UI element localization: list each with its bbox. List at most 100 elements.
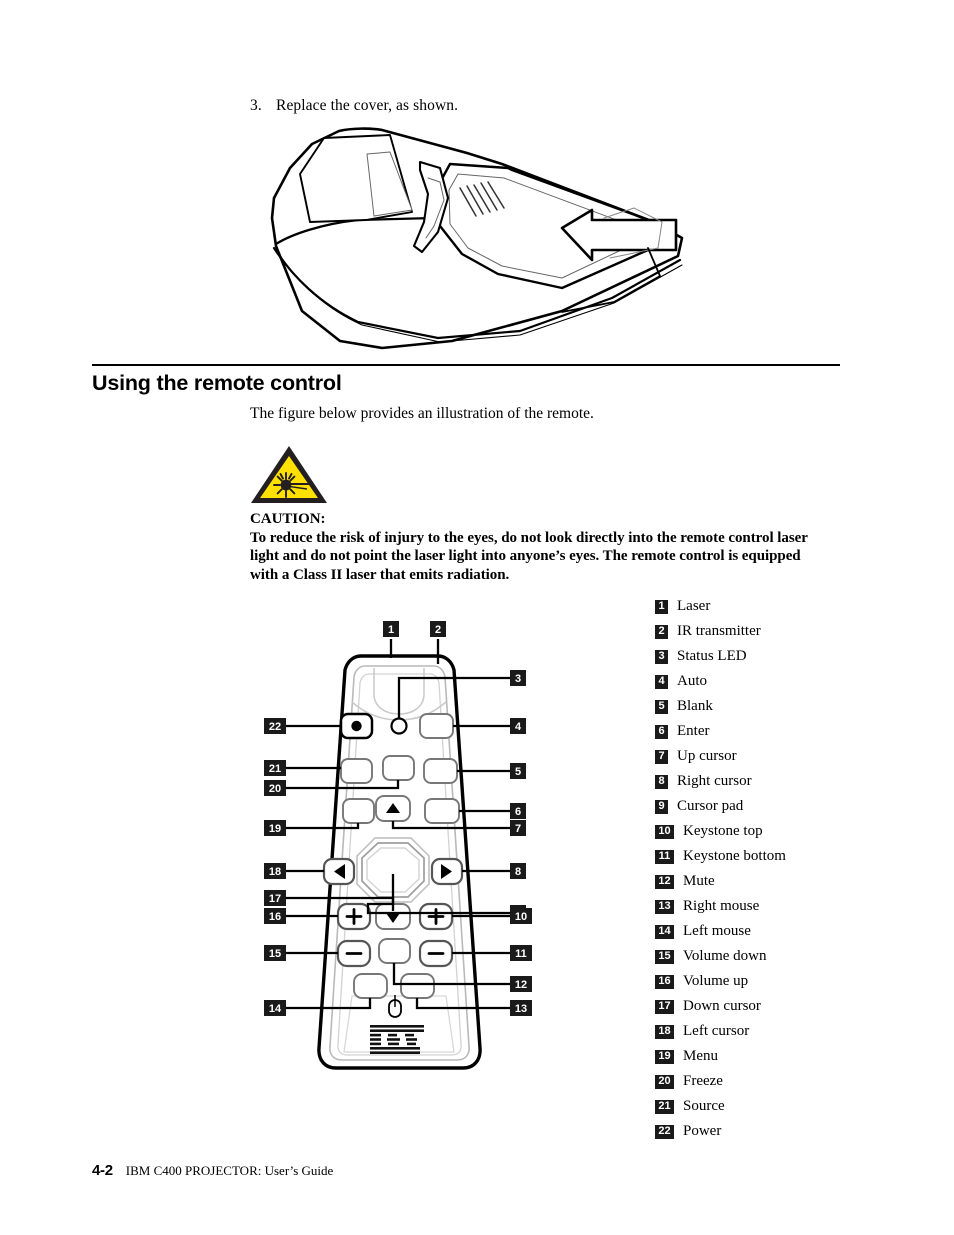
legend-item: 18 Left cursor xyxy=(655,1019,865,1044)
legend-item: 6 Enter xyxy=(655,719,865,744)
diagram-callout-16: 16 xyxy=(264,908,286,924)
svg-text:1: 1 xyxy=(388,624,394,636)
svg-text:13: 13 xyxy=(515,1003,527,1015)
diagram-callout-8: 8 xyxy=(510,863,526,879)
svg-text:7: 7 xyxy=(515,823,521,835)
diagram-callout-20: 20 xyxy=(264,780,286,796)
svg-text:5: 5 xyxy=(515,766,521,778)
legend-item-label: Down cursor xyxy=(683,998,761,1014)
legend-item-label: Status LED xyxy=(677,648,747,664)
footer-document-title: IBM C400 PROJECTOR: User’s Guide xyxy=(125,1163,334,1178)
callout-number-badge: 12 xyxy=(655,874,674,889)
legend-item-label: IR transmitter xyxy=(677,623,761,639)
svg-text:19: 19 xyxy=(269,823,281,835)
svg-text:17: 17 xyxy=(269,893,281,905)
legend-item: 12 Mute xyxy=(655,869,865,894)
svg-text:3: 3 xyxy=(515,673,521,685)
svg-text:11: 11 xyxy=(515,948,527,960)
laser-warning-triangle-icon xyxy=(249,443,329,505)
diagram-callout-3: 3 xyxy=(510,670,526,686)
legend-item-label: Keystone bottom xyxy=(683,848,786,864)
legend-item-label: Volume up xyxy=(683,973,749,989)
legend-item-label: Source xyxy=(683,1098,725,1114)
legend-item-label: Volume down xyxy=(683,948,767,964)
svg-text:4: 4 xyxy=(515,721,522,733)
svg-text:15: 15 xyxy=(269,948,281,960)
callout-number-badge: 10 xyxy=(655,824,674,839)
legend-item: 21 Source xyxy=(655,1094,865,1119)
callout-number-badge: 2 xyxy=(655,624,668,639)
page-footer: 4-2 IBM C400 PROJECTOR: User’s Guide xyxy=(92,1162,333,1179)
step-instruction: 3. Replace the cover, as shown. xyxy=(250,97,458,115)
diagram-callout-4: 4 xyxy=(510,718,526,734)
legend-item: 20 Freeze xyxy=(655,1069,865,1094)
svg-text:14: 14 xyxy=(269,1003,282,1015)
svg-text:6: 6 xyxy=(515,806,521,818)
legend-item: 13 Right mouse xyxy=(655,894,865,919)
legend-item-label: Right mouse xyxy=(683,898,760,914)
callout-number-badge: 13 xyxy=(655,899,674,914)
callout-number-badge: 9 xyxy=(655,799,668,814)
callout-number-badge: 20 xyxy=(655,1074,674,1089)
legend-item: 19 Menu xyxy=(655,1044,865,1069)
legend-item: 17 Down cursor xyxy=(655,994,865,1019)
legend-item-label: Right cursor xyxy=(677,773,752,789)
legend-item-label: Up cursor xyxy=(677,748,737,764)
legend-item: 16 Volume up xyxy=(655,969,865,994)
legend-item-label: Cursor pad xyxy=(677,798,744,814)
callout-number-badge: 8 xyxy=(655,774,668,789)
callout-number-badge: 19 xyxy=(655,1049,674,1064)
diagram-callout-17: 17 xyxy=(264,890,286,906)
legend-item: 3 Status LED xyxy=(655,644,865,669)
callout-number-badge: 21 xyxy=(655,1099,674,1114)
callout-number-badge: 11 xyxy=(655,849,674,864)
legend-item: 4 Auto xyxy=(655,669,865,694)
section-intro: The figure below provides an illustratio… xyxy=(250,405,594,422)
legend-item: 1 Laser xyxy=(655,594,865,619)
step-text: Replace the cover, as shown. xyxy=(276,97,459,114)
diagram-callout-7: 7 xyxy=(510,820,526,836)
diagram-callout-11: 11 xyxy=(510,945,532,961)
diagram-callout-15: 15 xyxy=(264,945,286,961)
svg-text:18: 18 xyxy=(269,866,281,878)
caution-body: To reduce the risk of injury to the eyes… xyxy=(250,529,808,583)
callout-number-badge: 18 xyxy=(655,1024,674,1039)
diagram-callout-2: 2 xyxy=(430,621,446,637)
svg-text:2: 2 xyxy=(435,624,441,636)
legend-item-label: Left cursor xyxy=(683,1023,750,1039)
svg-text:12: 12 xyxy=(515,979,527,991)
callout-number-badge: 3 xyxy=(655,649,668,664)
legend-item: 2 IR transmitter xyxy=(655,619,865,644)
legend-item: 7 Up cursor xyxy=(655,744,865,769)
legend-item: 10 Keystone top xyxy=(655,819,865,844)
document-page: 3. Replace the cover, as shown. Using th… xyxy=(0,0,954,1235)
legend-item-label: Menu xyxy=(683,1048,718,1064)
legend-item-label: Left mouse xyxy=(683,923,751,939)
remote-control-diagram: 1 2 3 4 5 6 7 8 9 10 11 12 13 22 21 20 1… xyxy=(248,616,548,1106)
legend-item: 15 Volume down xyxy=(655,944,865,969)
svg-text:21: 21 xyxy=(269,763,281,775)
callout-number-badge: 1 xyxy=(655,599,668,614)
legend-item: 8 Right cursor xyxy=(655,769,865,794)
diagram-callout-12: 12 xyxy=(510,976,532,992)
legend-item-label: Auto xyxy=(677,673,707,689)
step-number: 3. xyxy=(250,97,262,114)
caution-title: CAUTION: xyxy=(250,511,326,527)
callout-number-badge: 16 xyxy=(655,974,674,989)
legend-item: 9 Cursor pad xyxy=(655,794,865,819)
legend-item-label: Power xyxy=(683,1123,722,1139)
diagram-callout-14: 14 xyxy=(264,1000,286,1016)
legend-item-label: Freeze xyxy=(683,1073,723,1089)
diagram-callout-18: 18 xyxy=(264,863,286,879)
diagram-callout-21: 21 xyxy=(264,760,286,776)
legend-item: 14 Left mouse xyxy=(655,919,865,944)
callout-number-badge: 7 xyxy=(655,749,668,764)
callout-number-badge: 14 xyxy=(655,924,674,939)
diagram-callout-22: 22 xyxy=(264,718,286,734)
svg-text:8: 8 xyxy=(515,866,521,878)
legend-item-label: Keystone top xyxy=(683,823,763,839)
diagram-callout-5: 5 xyxy=(510,763,526,779)
diagram-callout-19: 19 xyxy=(264,820,286,836)
svg-text:16: 16 xyxy=(269,911,281,923)
callout-number-badge: 15 xyxy=(655,949,674,964)
